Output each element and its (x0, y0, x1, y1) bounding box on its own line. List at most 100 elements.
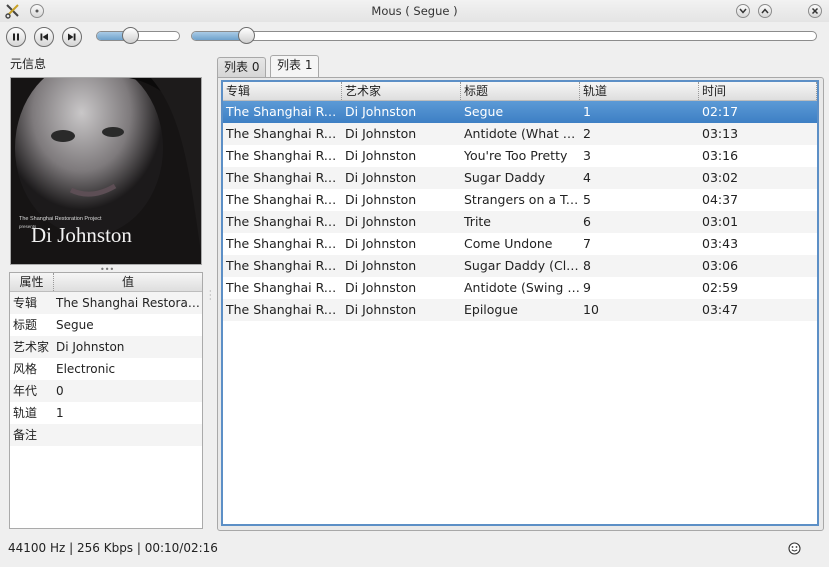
column-header-album[interactable]: 专辑 (223, 82, 342, 100)
cover-artist-text: Di Johnston (31, 223, 132, 247)
cell-track: 10 (583, 302, 599, 317)
cell-album: The Shanghai Restoration Project (226, 126, 342, 141)
tab-list-1[interactable]: 列表 1 (270, 55, 320, 78)
smiley-icon[interactable] (788, 542, 801, 558)
cell-album: The Shanghai Restoration Project (226, 170, 342, 185)
column-header-track[interactable]: 轨道 (580, 82, 699, 100)
column-header-title[interactable]: 标题 (461, 82, 580, 100)
cell-artist: Di Johnston (345, 104, 417, 119)
property-row[interactable]: 年代 0 (10, 380, 202, 402)
metadata-panel-title: 元信息 (10, 57, 47, 71)
cell-track: 9 (583, 280, 591, 295)
cell-time: 03:01 (702, 214, 739, 229)
volume-slider[interactable] (96, 27, 180, 44)
property-value (54, 424, 202, 446)
table-row[interactable]: The Shanghai Restoration ProjectDi Johns… (223, 299, 817, 321)
properties-table: 属性 值 专辑 The Shanghai Restoration Project 标… (9, 272, 203, 529)
property-key: 风格 (13, 362, 38, 376)
table-row-selected[interactable]: The Shanghai Restoration ProjectDi Johns… (223, 101, 817, 123)
property-value: 1 (56, 406, 64, 420)
cell-artist: Di Johnston (345, 236, 417, 251)
maximize-button[interactable] (758, 4, 772, 18)
cell-artist: Di Johnston (345, 302, 417, 317)
cell-time: 02:17 (702, 104, 739, 119)
cell-track: 4 (583, 170, 591, 185)
cell-album: The Shanghai Restoration Project (226, 214, 342, 229)
cell-artist: Di Johnston (345, 148, 417, 163)
cell-track: 2 (583, 126, 591, 141)
cell-album: The Shanghai Restoration Project (226, 148, 342, 163)
playlist-table[interactable]: 专辑 艺术家 标题 轨道 时间 The Shanghai Restoration… (221, 80, 819, 526)
cell-track: 7 (583, 236, 591, 251)
seek-slider[interactable] (191, 27, 817, 44)
previous-icon (40, 33, 48, 41)
cell-title: You're Too Pretty (464, 148, 568, 163)
table-row[interactable]: The Shanghai Restoration ProjectDi Johns… (223, 211, 817, 233)
column-header-time[interactable]: 时间 (699, 82, 817, 100)
property-row[interactable]: 轨道 1 (10, 402, 202, 424)
cell-title: Strangers on a Train (464, 192, 580, 207)
cell-artist: Di Johnston (345, 170, 417, 185)
property-key: 标题 (13, 318, 38, 332)
property-key: 专辑 (13, 296, 38, 310)
cell-album: The Shanghai Restoration Project (226, 236, 342, 251)
property-key: 年代 (13, 384, 38, 398)
previous-button[interactable] (34, 27, 54, 47)
table-row[interactable]: The Shanghai Restoration ProjectDi Johns… (223, 277, 817, 299)
cell-time: 03:16 (702, 148, 739, 163)
cell-title: Epilogue (464, 302, 518, 317)
pause-icon (13, 33, 19, 41)
cell-artist: Di Johnston (345, 280, 417, 295)
table-row[interactable]: The Shanghai Restoration ProjectDi Johns… (223, 189, 817, 211)
cell-title: Antidote (What a Difference a Day Makes) (464, 126, 580, 141)
playlist-header: 专辑 艺术家 标题 轨道 时间 (223, 82, 817, 101)
table-row[interactable]: The Shanghai Restoration ProjectDi Johns… (223, 233, 817, 255)
cell-track: 8 (583, 258, 591, 273)
table-row[interactable]: The Shanghai Restoration ProjectDi Johns… (223, 145, 817, 167)
chevron-down-icon (739, 8, 747, 14)
next-icon (68, 33, 76, 41)
pause-button[interactable] (6, 27, 26, 47)
property-value: Electronic (56, 362, 116, 376)
cell-artist: Di Johnston (345, 126, 417, 141)
next-button[interactable] (62, 27, 82, 47)
properties-column-value[interactable]: 值 (54, 273, 202, 291)
tab-list-0[interactable]: 列表 0 (217, 57, 267, 77)
playlist-body: The Shanghai Restoration ProjectDi Johns… (223, 101, 817, 321)
property-value: The Shanghai Restoration Project (56, 296, 202, 310)
property-value: Di Johnston (56, 340, 125, 354)
minimize-button[interactable] (736, 4, 750, 18)
cell-title: Sugar Daddy (464, 170, 546, 185)
cell-title: Segue (464, 104, 504, 119)
property-row[interactable]: 备注 (10, 424, 202, 446)
cell-title: Come Undone (464, 236, 553, 251)
close-button[interactable] (808, 4, 822, 18)
cell-artist: Di Johnston (345, 214, 417, 229)
property-key: 轨道 (13, 406, 38, 420)
cell-album: The Shanghai Restoration Project (226, 192, 342, 207)
title-bar: Mous ( Segue ) (0, 0, 829, 22)
property-row[interactable]: 专辑 The Shanghai Restoration Project (10, 292, 202, 314)
property-row[interactable]: 风格 Electronic (10, 358, 202, 380)
cell-album: The Shanghai Restoration Project (226, 258, 342, 273)
cell-track: 6 (583, 214, 591, 229)
property-row[interactable]: 艺术家 Di Johnston (10, 336, 202, 358)
table-row[interactable]: The Shanghai Restoration ProjectDi Johns… (223, 255, 817, 277)
cell-album: The Shanghai Restoration Project (226, 302, 342, 317)
property-value: 0 (56, 384, 64, 398)
cell-time: 03:43 (702, 236, 739, 251)
cell-album: The Shanghai Restoration Project (226, 104, 342, 119)
table-row[interactable]: The Shanghai Restoration ProjectDi Johns… (223, 167, 817, 189)
seek-slider-handle[interactable] (238, 27, 255, 44)
cell-time: 03:13 (702, 126, 739, 141)
property-row[interactable]: 标题 Segue (10, 314, 202, 336)
table-row[interactable]: The Shanghai Restoration ProjectDi Johns… (223, 123, 817, 145)
column-header-artist[interactable]: 艺术家 (342, 82, 461, 100)
volume-slider-handle[interactable] (122, 27, 139, 44)
status-text: 44100 Hz | 256 Kbps | 00:10/02:16 (8, 541, 218, 555)
properties-header: 属性 值 (10, 273, 202, 292)
chevron-up-icon (761, 8, 769, 14)
cell-time: 02:59 (702, 280, 739, 295)
properties-column-key[interactable]: 属性 (10, 273, 54, 291)
panel-splitter[interactable]: · · · (209, 288, 212, 304)
